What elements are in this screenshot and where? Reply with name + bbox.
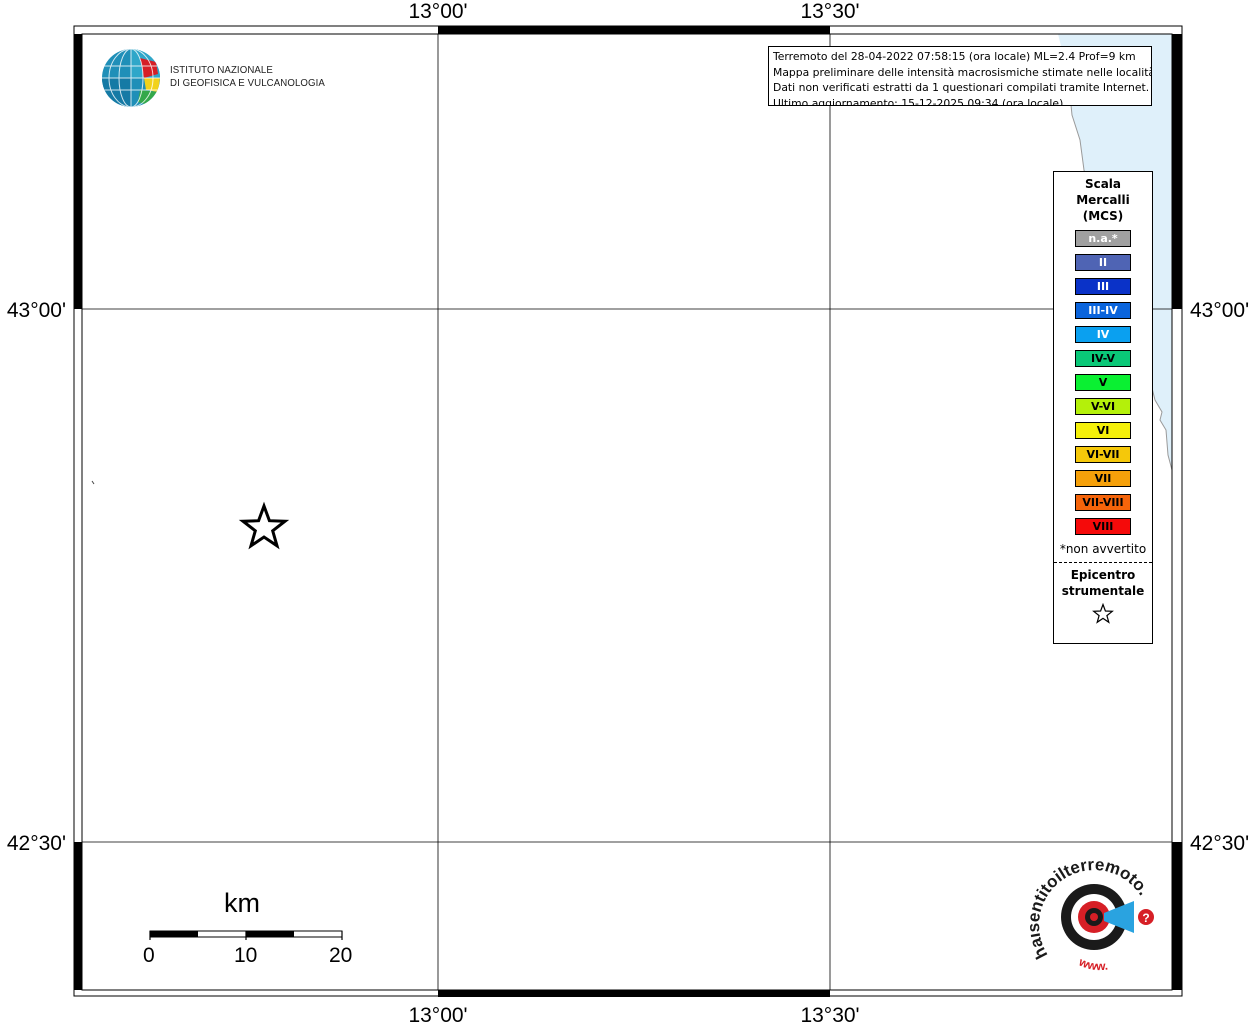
scale-bar-tick-0: 0	[143, 944, 155, 967]
legend-item: III	[1075, 278, 1131, 295]
globe-icon	[102, 49, 160, 107]
legend-item: V	[1075, 374, 1131, 391]
hsit-logo-prefix: www.	[1076, 954, 1109, 973]
legend-item: IV	[1075, 326, 1131, 343]
ingv-logo-line-2: DI GEOFISICA E VULCANOLOGIA	[170, 77, 325, 89]
legend-item: V-VI	[1075, 398, 1131, 415]
legend-epicenter-line-1: Epicentro	[1070, 568, 1136, 582]
ingv-logo-line-1: ISTITUTO NAZIONALE	[170, 64, 273, 76]
event-info-line-3: Dati non verificati estratti da 1 questi…	[773, 81, 1150, 94]
haisentitoilterremoto-logo[interactable]: ? haisentitoilterremoto.it www.	[1024, 840, 1165, 985]
scale-bar-tick-10: 10	[234, 944, 258, 967]
map-frame	[73, 25, 1183, 997]
legend-divider	[1054, 562, 1152, 563]
legend-item: II	[1075, 254, 1131, 271]
legend-title-line-3: (MCS)	[1082, 209, 1124, 223]
epicenter-star-icon[interactable]	[238, 501, 290, 550]
legend-item: VII-VIII	[1075, 494, 1131, 511]
legend-star-svg	[1092, 602, 1114, 624]
mcs-legend: Scala Mercalli (MCS) n.a.* II III III-IV IV I…	[1053, 171, 1153, 644]
legend-item: VII	[1075, 470, 1131, 487]
star-outline-icon	[1054, 602, 1152, 630]
event-info-line-1: Terremoto del 28-04-2022 07:58:15 (ora l…	[773, 50, 1136, 63]
legend-epicenter-label: Epicentro strumentale	[1054, 567, 1152, 599]
lat-label-right-1: 43°00'	[1190, 299, 1249, 322]
seismic-target-icon: ? haisentitoilterremoto.it www.	[1024, 840, 1154, 973]
event-info-line-4: Ultimo aggiornamento: 15-12-2025 09:34 (…	[773, 96, 1064, 106]
legend-title: Scala Mercalli (MCS)	[1054, 176, 1152, 224]
legend-title-line-2: Mercalli	[1076, 193, 1130, 207]
lon-label-bottom-1: 13°00'	[408, 1004, 467, 1024]
legend-epicenter-line-2: strumentale	[1061, 584, 1145, 598]
event-info-line-2: Mappa preliminare delle intensità macros…	[773, 65, 1152, 79]
hsit-logo-prefix-path: www.	[1076, 954, 1109, 973]
lon-label-top-1: 13°00'	[408, 0, 467, 23]
legend-item: III-IV	[1075, 302, 1131, 319]
event-info-box: Terremoto del 28-04-2022 07:58:15 (ora l…	[768, 46, 1152, 106]
legend-item: VI	[1075, 422, 1131, 439]
legend-title-line-1: Scala	[1084, 177, 1122, 191]
legend-item: IV-V	[1075, 350, 1131, 367]
small-island	[91, 480, 95, 485]
legend-item: VIII	[1075, 518, 1131, 535]
lon-label-bottom-2: 13°30'	[800, 1004, 859, 1024]
legend-note: *non avvertito	[1059, 542, 1147, 556]
svg-text:?: ?	[1142, 911, 1149, 925]
legend-item: VI-VII	[1075, 446, 1131, 463]
scale-bar-unit: km	[224, 888, 260, 918]
lat-label-left-1: 43°00'	[7, 299, 66, 322]
ingv-logo-text: ISTITUTO NAZIONALE DI GEOFISICA E VULCAN…	[170, 64, 325, 90]
scale-bar-tick-20: 20	[329, 944, 353, 967]
ingv-logo: ISTITUTO NAZIONALE DI GEOFISICA E VULCAN…	[100, 48, 340, 110]
legend-item: n.a.*	[1075, 230, 1131, 247]
lat-label-left-2: 42°30'	[7, 832, 66, 855]
lon-label-top-2: 13°30'	[800, 0, 859, 23]
graticule	[82, 34, 1172, 990]
lat-label-right-2: 42°30'	[1190, 832, 1249, 855]
scale-bar	[149, 930, 343, 940]
legend-list: n.a.* II III III-IV IV IV-V V V-VI VI VI-VII VII VI…	[1054, 230, 1152, 535]
